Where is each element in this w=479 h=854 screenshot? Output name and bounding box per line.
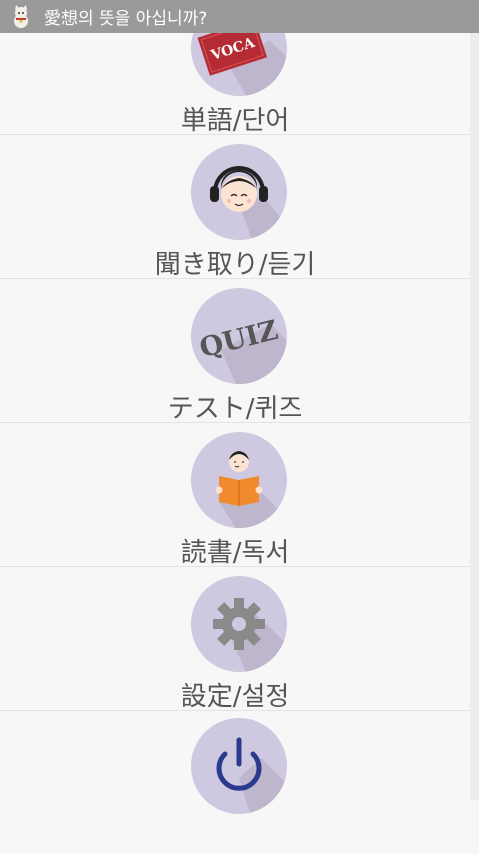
menu-item-label: テスト/퀴즈 (167, 394, 303, 424)
scrollbar[interactable] (470, 33, 479, 800)
menu-item-label: 読書/독서 (180, 538, 290, 568)
gear-icon (191, 576, 287, 672)
main-menu-list: VOCA 単語/단어 聞き取り/듣기 QUIZ テスト/퀴즈 読書/독서 設定/… (0, 0, 470, 814)
menu-item-reading[interactable]: 読書/독서 (0, 423, 470, 568)
headphones-listener-icon (191, 144, 287, 240)
menu-item-label: 単語/단어 (180, 106, 290, 136)
menu-item-listening[interactable]: 聞き取り/듣기 (0, 135, 470, 280)
menu-item-label: 聞き取り/듣기 (154, 250, 316, 280)
menu-item-exit[interactable] (0, 711, 470, 854)
lucky-cat-icon (14, 4, 28, 28)
app-title: 愛想의 뜻을 아십니까? (44, 9, 208, 29)
status-title-bar: 愛想의 뜻을 아십니까? (0, 0, 479, 33)
quiz-text-icon: QUIZ (191, 288, 287, 384)
menu-item-label: 設定/설정 (180, 682, 290, 712)
menu-item-settings[interactable]: 設定/설정 (0, 567, 470, 712)
menu-item-quiz[interactable]: QUIZ テスト/퀴즈 (0, 279, 470, 424)
reading-book-icon (191, 432, 287, 528)
